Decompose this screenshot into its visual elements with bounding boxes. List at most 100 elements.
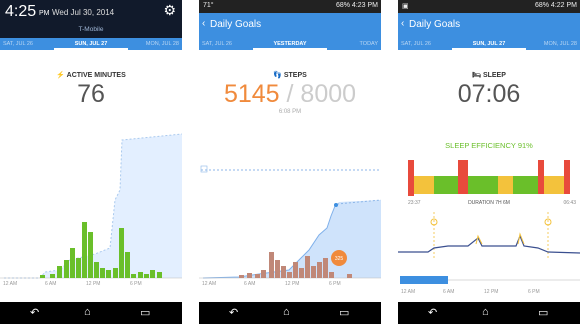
bar (94, 262, 99, 278)
tick-label: 6 PM (329, 281, 341, 287)
phone-active-minutes: 4:25 PM Wed Jul 30, 2014 ⚙ T-Mobile SAT,… (0, 0, 182, 324)
metric-title: SLEEP (482, 72, 506, 79)
back-icon[interactable]: ↶ (30, 306, 39, 319)
android-nav: ↶ ⌂ ▭ (199, 302, 381, 324)
recents-icon[interactable]: ▭ (339, 306, 349, 319)
sleep-activity-chart (398, 212, 580, 284)
date-next[interactable]: TODAY (360, 41, 378, 47)
app-bar: ‹ Daily Goals (199, 13, 381, 38)
goal-time: 6:08 PM (278, 109, 302, 115)
lockscreen-header: 4:25 PM Wed Jul 30, 2014 ⚙ T-Mobile (0, 0, 182, 38)
stage-bar (564, 160, 570, 194)
bar (119, 228, 124, 278)
home-icon[interactable]: ⌂ (482, 306, 489, 318)
bar (76, 258, 81, 278)
home-icon[interactable]: ⌂ (283, 306, 290, 318)
tick-label: 12 PM (285, 281, 300, 287)
app-title: Daily Goals (409, 19, 461, 30)
tick-label: 6 PM (528, 289, 540, 295)
chevron-left-icon[interactable]: ‹ (202, 18, 205, 29)
tick-label: 12 AM (401, 289, 416, 295)
goal-marker (200, 165, 208, 173)
recents-icon[interactable]: ▭ (140, 306, 150, 319)
bar (261, 270, 266, 278)
back-icon[interactable]: ↶ (229, 306, 238, 319)
steps-value-row: 5145 / 8000 (199, 80, 381, 109)
bar (131, 274, 136, 278)
date-navigator: SAT, JUL 26 YESTERDAY TODAY (199, 38, 381, 50)
steps-goal: 8000 (300, 80, 357, 108)
sleep-duration: DURATION 7H 6M (468, 200, 510, 206)
lock-time: 4:25 (5, 3, 37, 20)
date-navigator: SAT, JUL 26 SUN, JUL 27 MON, JUL 28 (0, 38, 182, 50)
bar (82, 222, 87, 278)
tick-label: 6 AM (244, 281, 256, 287)
metric-title-row: ⚡ ACTIVE MINUTES (0, 71, 182, 79)
tick-label: 6 AM (45, 281, 57, 287)
status-right: 68% 4:23 PM (335, 2, 378, 9)
date-current: YESTERDAY (273, 41, 307, 47)
metric-title-row: 🛏 SLEEP (398, 71, 580, 79)
tick-label: 6 PM (130, 281, 142, 287)
bar (275, 260, 280, 278)
image-icon: ▣ (402, 3, 409, 10)
bar (40, 275, 45, 278)
active-minutes-chart (0, 133, 182, 279)
metric-value: 07:06 (457, 80, 521, 108)
steps-chart: 325 (199, 165, 381, 279)
tick-label: 6 AM (443, 289, 455, 295)
metric-title-row: 👣 STEPS (199, 71, 381, 79)
temperature: 71° (203, 2, 214, 9)
android-nav: ↶ ⌂ ▭ (398, 302, 580, 324)
bar (70, 248, 75, 278)
stage-bar (434, 176, 458, 194)
bar (144, 274, 149, 278)
bar (113, 268, 118, 278)
sleep-period-bar (400, 276, 448, 284)
bar (64, 260, 69, 278)
current-point (334, 203, 338, 207)
phone-steps: 71° 68% 4:23 PM ‹ Daily Goals SAT, JUL 2… (199, 0, 381, 324)
date-underline (253, 48, 327, 50)
home-icon[interactable]: ⌂ (84, 306, 91, 318)
recents-icon[interactable]: ▭ (538, 306, 548, 319)
lightning-icon: ⚡ (56, 72, 65, 79)
date-next[interactable]: MON, JUL 28 (544, 41, 577, 47)
gear-icon[interactable]: ⚙ (163, 2, 176, 19)
date-next[interactable]: MON, JUL 28 (146, 41, 179, 47)
stage-bar (544, 176, 564, 194)
bar (157, 272, 162, 278)
metric-title: STEPS (283, 72, 307, 79)
steps-value: 5145 (223, 80, 280, 108)
tick-label: 12 PM (86, 281, 101, 287)
sleep-end-time: 06:43 (563, 200, 576, 206)
android-nav: ↶ ⌂ ▭ (0, 302, 182, 324)
chevron-left-icon[interactable]: ‹ (401, 18, 404, 29)
metric-value: 76 (77, 80, 105, 108)
sleep-efficiency: SLEEP EFFICIENCY 91% (445, 141, 533, 150)
tick-label: 12 AM (3, 281, 18, 287)
app-title: Daily Goals (210, 19, 262, 30)
carrier-label: T-Mobile (78, 26, 104, 33)
back-icon[interactable]: ↶ (428, 306, 437, 319)
bar (57, 266, 62, 278)
activity-line (398, 234, 580, 254)
steps-separator: / (286, 80, 294, 108)
tick-label: 12 AM (202, 281, 217, 287)
status-bar: 71° 68% 4:23 PM (199, 0, 381, 13)
bar (247, 273, 252, 278)
date-underline (452, 48, 526, 50)
stage-bar (513, 176, 538, 194)
status-right: 68% 4:22 PM (534, 2, 577, 9)
footprints-icon: 👣 (273, 72, 282, 79)
bar (150, 270, 155, 278)
bar (347, 274, 352, 278)
stage-bar (538, 160, 544, 194)
stage-bar (468, 176, 498, 194)
bar (50, 274, 55, 278)
bar (329, 272, 334, 278)
bar (88, 232, 93, 278)
phone-sleep: ▣ 68% 4:22 PM ‹ Daily Goals SAT, JUL 26 … (398, 0, 580, 324)
bar (323, 258, 328, 278)
stage-bar (458, 160, 468, 194)
